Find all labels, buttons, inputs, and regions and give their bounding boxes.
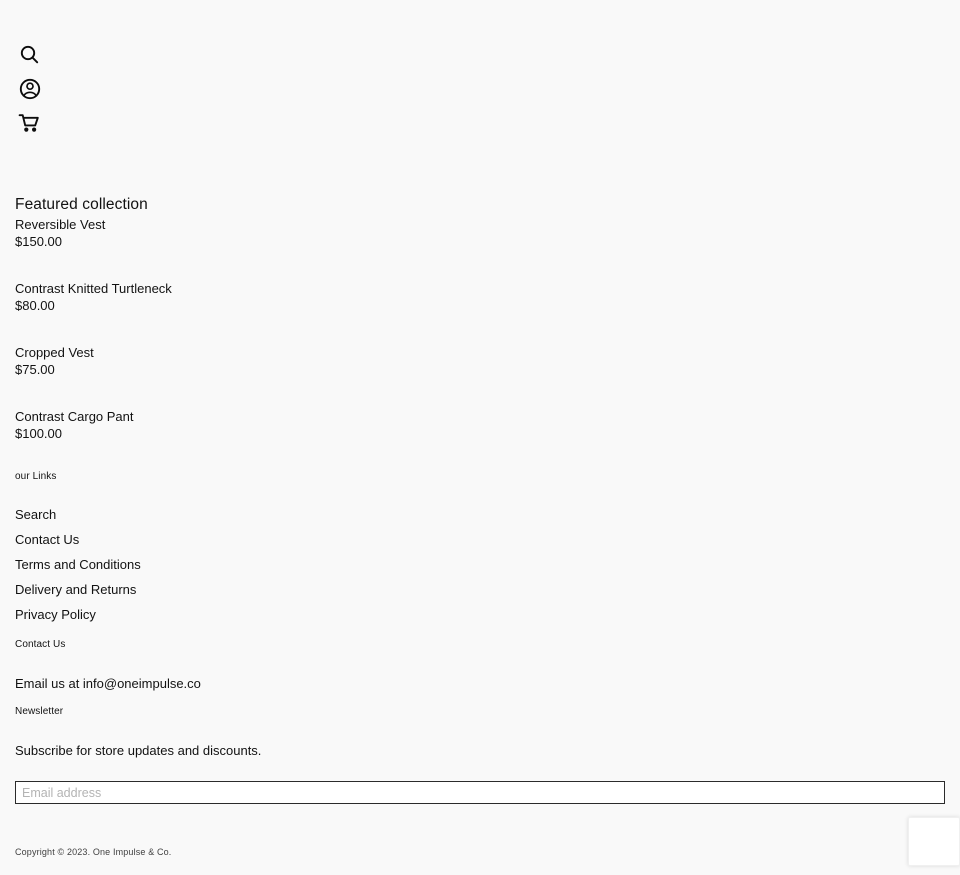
footer-link-list: Search Contact Us Terms and Conditions D… (15, 506, 945, 624)
utility-icon-bar (15, 42, 45, 136)
cart-icon-button[interactable] (15, 110, 45, 136)
footer-link-item: Terms and Conditions (15, 556, 945, 574)
featured-collection-title: Featured collection (15, 196, 148, 213)
footer-contact-text: Email us at info@oneimpulse.co (15, 676, 201, 691)
footer-link-privacy-policy[interactable]: Privacy Policy (15, 607, 96, 622)
product-card[interactable]: Contrast Knitted Turtleneck $80.00 (15, 280, 515, 314)
product-card[interactable]: Reversible Vest $150.00 (15, 216, 515, 250)
product-title[interactable]: Reversible Vest (15, 216, 515, 233)
cart-icon (15, 110, 43, 136)
product-card[interactable]: Contrast Cargo Pant $100.00 (15, 408, 515, 442)
footer-link-item: Search (15, 506, 945, 524)
product-title[interactable]: Contrast Knitted Turtleneck (15, 280, 515, 297)
footer-link-search[interactable]: Search (15, 507, 56, 522)
footer-contact-block: Contact Us Email us at info@oneimpulse.c… (15, 638, 945, 692)
footer-link-delivery-and-returns[interactable]: Delivery and Returns (15, 582, 136, 597)
recaptcha-badge[interactable] (908, 817, 960, 866)
site-footer: our Links Search Contact Us Terms and Co… (15, 470, 945, 804)
account-icon (15, 76, 43, 102)
footer-links-heading: our Links (15, 471, 57, 482)
footer-newsletter-block: Newsletter Subscribe for store updates a… (15, 705, 945, 804)
featured-collection-section: Featured collection Reversible Vest $150… (15, 195, 515, 442)
newsletter-form (15, 781, 945, 804)
search-icon-button[interactable] (15, 42, 45, 68)
footer-newsletter-blurb: Subscribe for store updates and discount… (15, 743, 262, 758)
page-root: Featured collection Reversible Vest $150… (0, 0, 960, 875)
footer-link-terms-and-conditions[interactable]: Terms and Conditions (15, 557, 141, 572)
product-price: $75.00 (15, 362, 55, 377)
product-grid: Reversible Vest $150.00 Contrast Knitted… (15, 216, 515, 442)
footer-newsletter-heading: Newsletter (15, 706, 64, 717)
product-price: $80.00 (15, 298, 55, 313)
footer-link-item: Privacy Policy (15, 606, 945, 624)
footer-link-item: Delivery and Returns (15, 581, 945, 599)
product-title[interactable]: Contrast Cargo Pant (15, 408, 515, 425)
product-card[interactable]: Cropped Vest $75.00 (15, 344, 515, 378)
product-price: $100.00 (15, 426, 62, 441)
footer-link-item: Contact Us (15, 531, 945, 549)
footer-contact-heading: Contact Us (15, 639, 66, 650)
footer-link-contact-us[interactable]: Contact Us (15, 532, 79, 547)
newsletter-email-input[interactable] (15, 781, 945, 804)
search-icon (15, 42, 43, 68)
product-price: $150.00 (15, 234, 62, 249)
product-title[interactable]: Cropped Vest (15, 344, 515, 361)
account-icon-button[interactable] (15, 76, 45, 102)
copyright-text: Copyright © 2023. One Impulse & Co. (15, 847, 172, 857)
